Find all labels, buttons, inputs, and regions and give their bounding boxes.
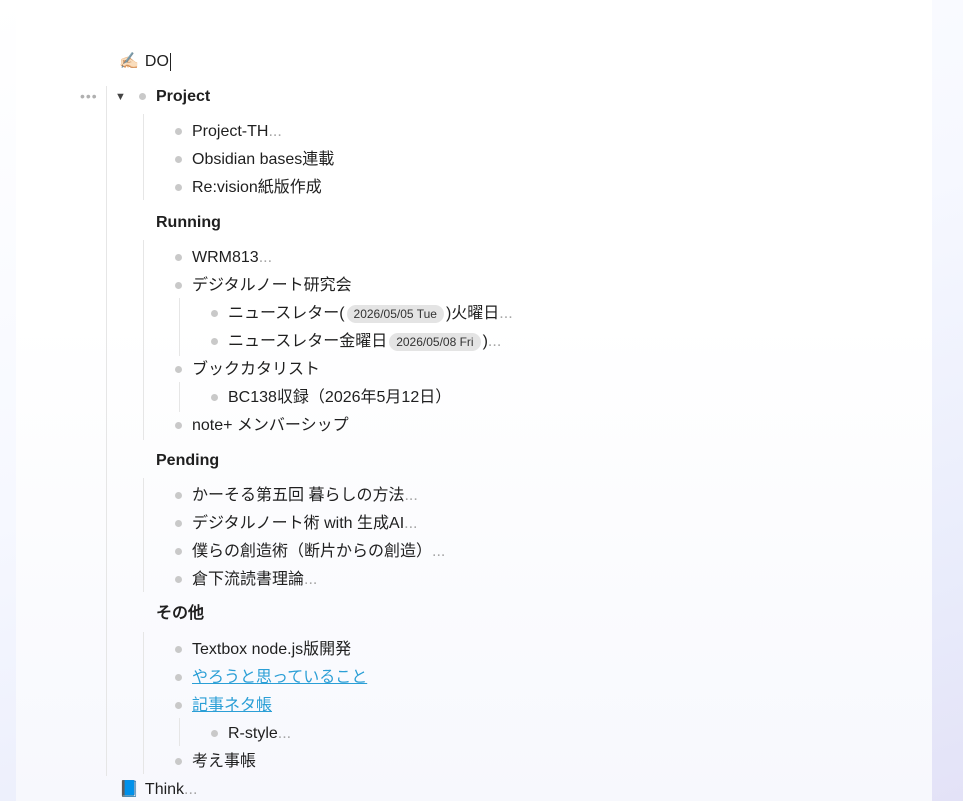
list-item[interactable]: Textbox node.js版開発 <box>192 639 351 661</box>
list-item[interactable]: R-style... <box>228 723 291 745</box>
indent-guide-pending <box>143 478 144 592</box>
section-heading-pending[interactable]: Pending <box>156 450 219 472</box>
section-heading-running[interactable]: Running <box>156 212 221 234</box>
collapsed-ellipsis[interactable]: ... <box>259 247 272 269</box>
item-text: デジタルノート術 with 生成AI <box>192 515 405 532</box>
bullet-icon[interactable] <box>175 184 182 191</box>
bullet-icon[interactable] <box>175 702 182 709</box>
date-chip[interactable]: 2026/05/08 Fri <box>389 333 481 351</box>
item-text: ニュースレター( <box>228 305 345 322</box>
indent-guide-book-catalyst <box>179 382 180 412</box>
list-item[interactable]: やろうと思っていること <box>192 667 367 689</box>
list-item[interactable]: デジタルノート研究会 <box>192 275 352 297</box>
page-link[interactable]: やろうと思っていること <box>192 667 367 689</box>
bullet-icon[interactable] <box>175 492 182 499</box>
bullet-icon[interactable] <box>211 310 218 317</box>
list-item[interactable]: 倉下流読書理論... <box>192 569 317 591</box>
bullet-icon[interactable] <box>175 646 182 653</box>
collapsed-ellipsis[interactable]: ... <box>278 723 291 745</box>
collapsed-ellipsis[interactable]: ... <box>304 569 317 591</box>
bullet-icon[interactable] <box>175 282 182 289</box>
indent-guide-root <box>106 86 107 776</box>
list-item[interactable]: note+ メンバーシップ <box>192 415 349 437</box>
collapsed-ellipsis[interactable]: ... <box>404 485 417 507</box>
item-text: かーそる第五回 暮らしの方法 <box>192 487 405 504</box>
collapsed-ellipsis[interactable]: ... <box>184 779 197 801</box>
indent-guide-digital-note <box>179 298 180 356</box>
list-item[interactable]: 記事ネタ帳 <box>192 695 272 717</box>
list-item[interactable]: Obsidian bases連載 <box>192 149 334 171</box>
sibling-node[interactable]: 📘 Think... <box>119 779 197 801</box>
collapsed-ellipsis[interactable]: ... <box>404 513 417 535</box>
blue-book-icon: 📘 <box>119 781 139 798</box>
bullet-icon[interactable] <box>175 366 182 373</box>
indent-guide-other <box>143 632 144 774</box>
item-text: WRM813 <box>192 249 259 266</box>
list-item[interactable]: かーそる第五回 暮らしの方法... <box>192 485 418 507</box>
list-item[interactable]: 考え事帳 <box>192 751 256 773</box>
page-link[interactable]: 記事ネタ帳 <box>192 695 272 717</box>
root-node[interactable]: ✍🏻 DO <box>119 51 171 73</box>
bullet-icon[interactable] <box>211 730 218 737</box>
more-options-icon[interactable]: ••• <box>80 88 98 104</box>
collapsed-ellipsis[interactable]: ... <box>268 121 281 143</box>
text-cursor <box>169 53 171 71</box>
date-chip[interactable]: 2026/05/05 Tue <box>346 305 444 323</box>
list-item[interactable]: WRM813... <box>192 247 272 269</box>
bullet-icon[interactable] <box>175 548 182 555</box>
collapse-toggle-icon[interactable]: ▼ <box>115 91 126 103</box>
list-item[interactable]: ブックカタリスト <box>192 359 320 381</box>
sibling-title[interactable]: Think <box>145 779 184 801</box>
indent-guide-article-ideas <box>179 718 180 746</box>
bullet-icon[interactable] <box>175 674 182 681</box>
outline-tree: ✍🏻 DO ••• ▼ Project Project-TH... Obsidi… <box>0 0 963 801</box>
bullet-icon[interactable] <box>175 758 182 765</box>
section-heading-project[interactable]: Project <box>156 86 210 108</box>
bullet-icon[interactable] <box>175 576 182 583</box>
collapsed-ellipsis[interactable]: ... <box>499 303 512 325</box>
list-item[interactable]: 僕らの創造術（断片からの創造）... <box>192 541 445 563</box>
indent-guide-project <box>143 114 144 200</box>
bullet-icon[interactable] <box>211 394 218 401</box>
section-heading-other[interactable]: その他 <box>156 603 204 625</box>
item-text: 倉下流読書理論 <box>192 571 305 588</box>
item-text: )火曜日 <box>445 305 500 322</box>
list-item[interactable]: ニュースレター( 2026/05/05 Tue )火曜日... <box>228 303 513 325</box>
item-text: Project-TH <box>192 123 269 140</box>
collapsed-ellipsis[interactable]: ... <box>488 331 501 353</box>
list-item[interactable]: デジタルノート術 with 生成AI... <box>192 513 418 535</box>
list-item[interactable]: ニュースレター金曜日 2026/05/08 Fri )... <box>228 331 501 353</box>
item-text: R-style <box>228 725 278 742</box>
bullet-icon[interactable] <box>175 128 182 135</box>
item-text: 僕らの創造術（断片からの創造） <box>192 543 433 560</box>
writing-hand-icon: ✍🏻 <box>119 53 139 70</box>
bullet-icon[interactable] <box>175 422 182 429</box>
item-text: ニュースレター金曜日 <box>228 333 388 350</box>
bullet-icon[interactable] <box>175 520 182 527</box>
indent-guide-running <box>143 240 144 440</box>
list-item[interactable]: Re:vision紙版作成 <box>192 177 322 199</box>
list-item[interactable]: BC138収録（2026年5月12日） <box>228 387 451 409</box>
bullet-icon[interactable] <box>175 254 182 261</box>
list-item[interactable]: Project-TH... <box>192 121 282 143</box>
collapsed-ellipsis[interactable]: ... <box>432 541 445 563</box>
root-title[interactable]: DO <box>145 51 169 73</box>
bullet-icon[interactable] <box>139 93 146 100</box>
bullet-icon[interactable] <box>211 338 218 345</box>
bullet-icon[interactable] <box>175 156 182 163</box>
